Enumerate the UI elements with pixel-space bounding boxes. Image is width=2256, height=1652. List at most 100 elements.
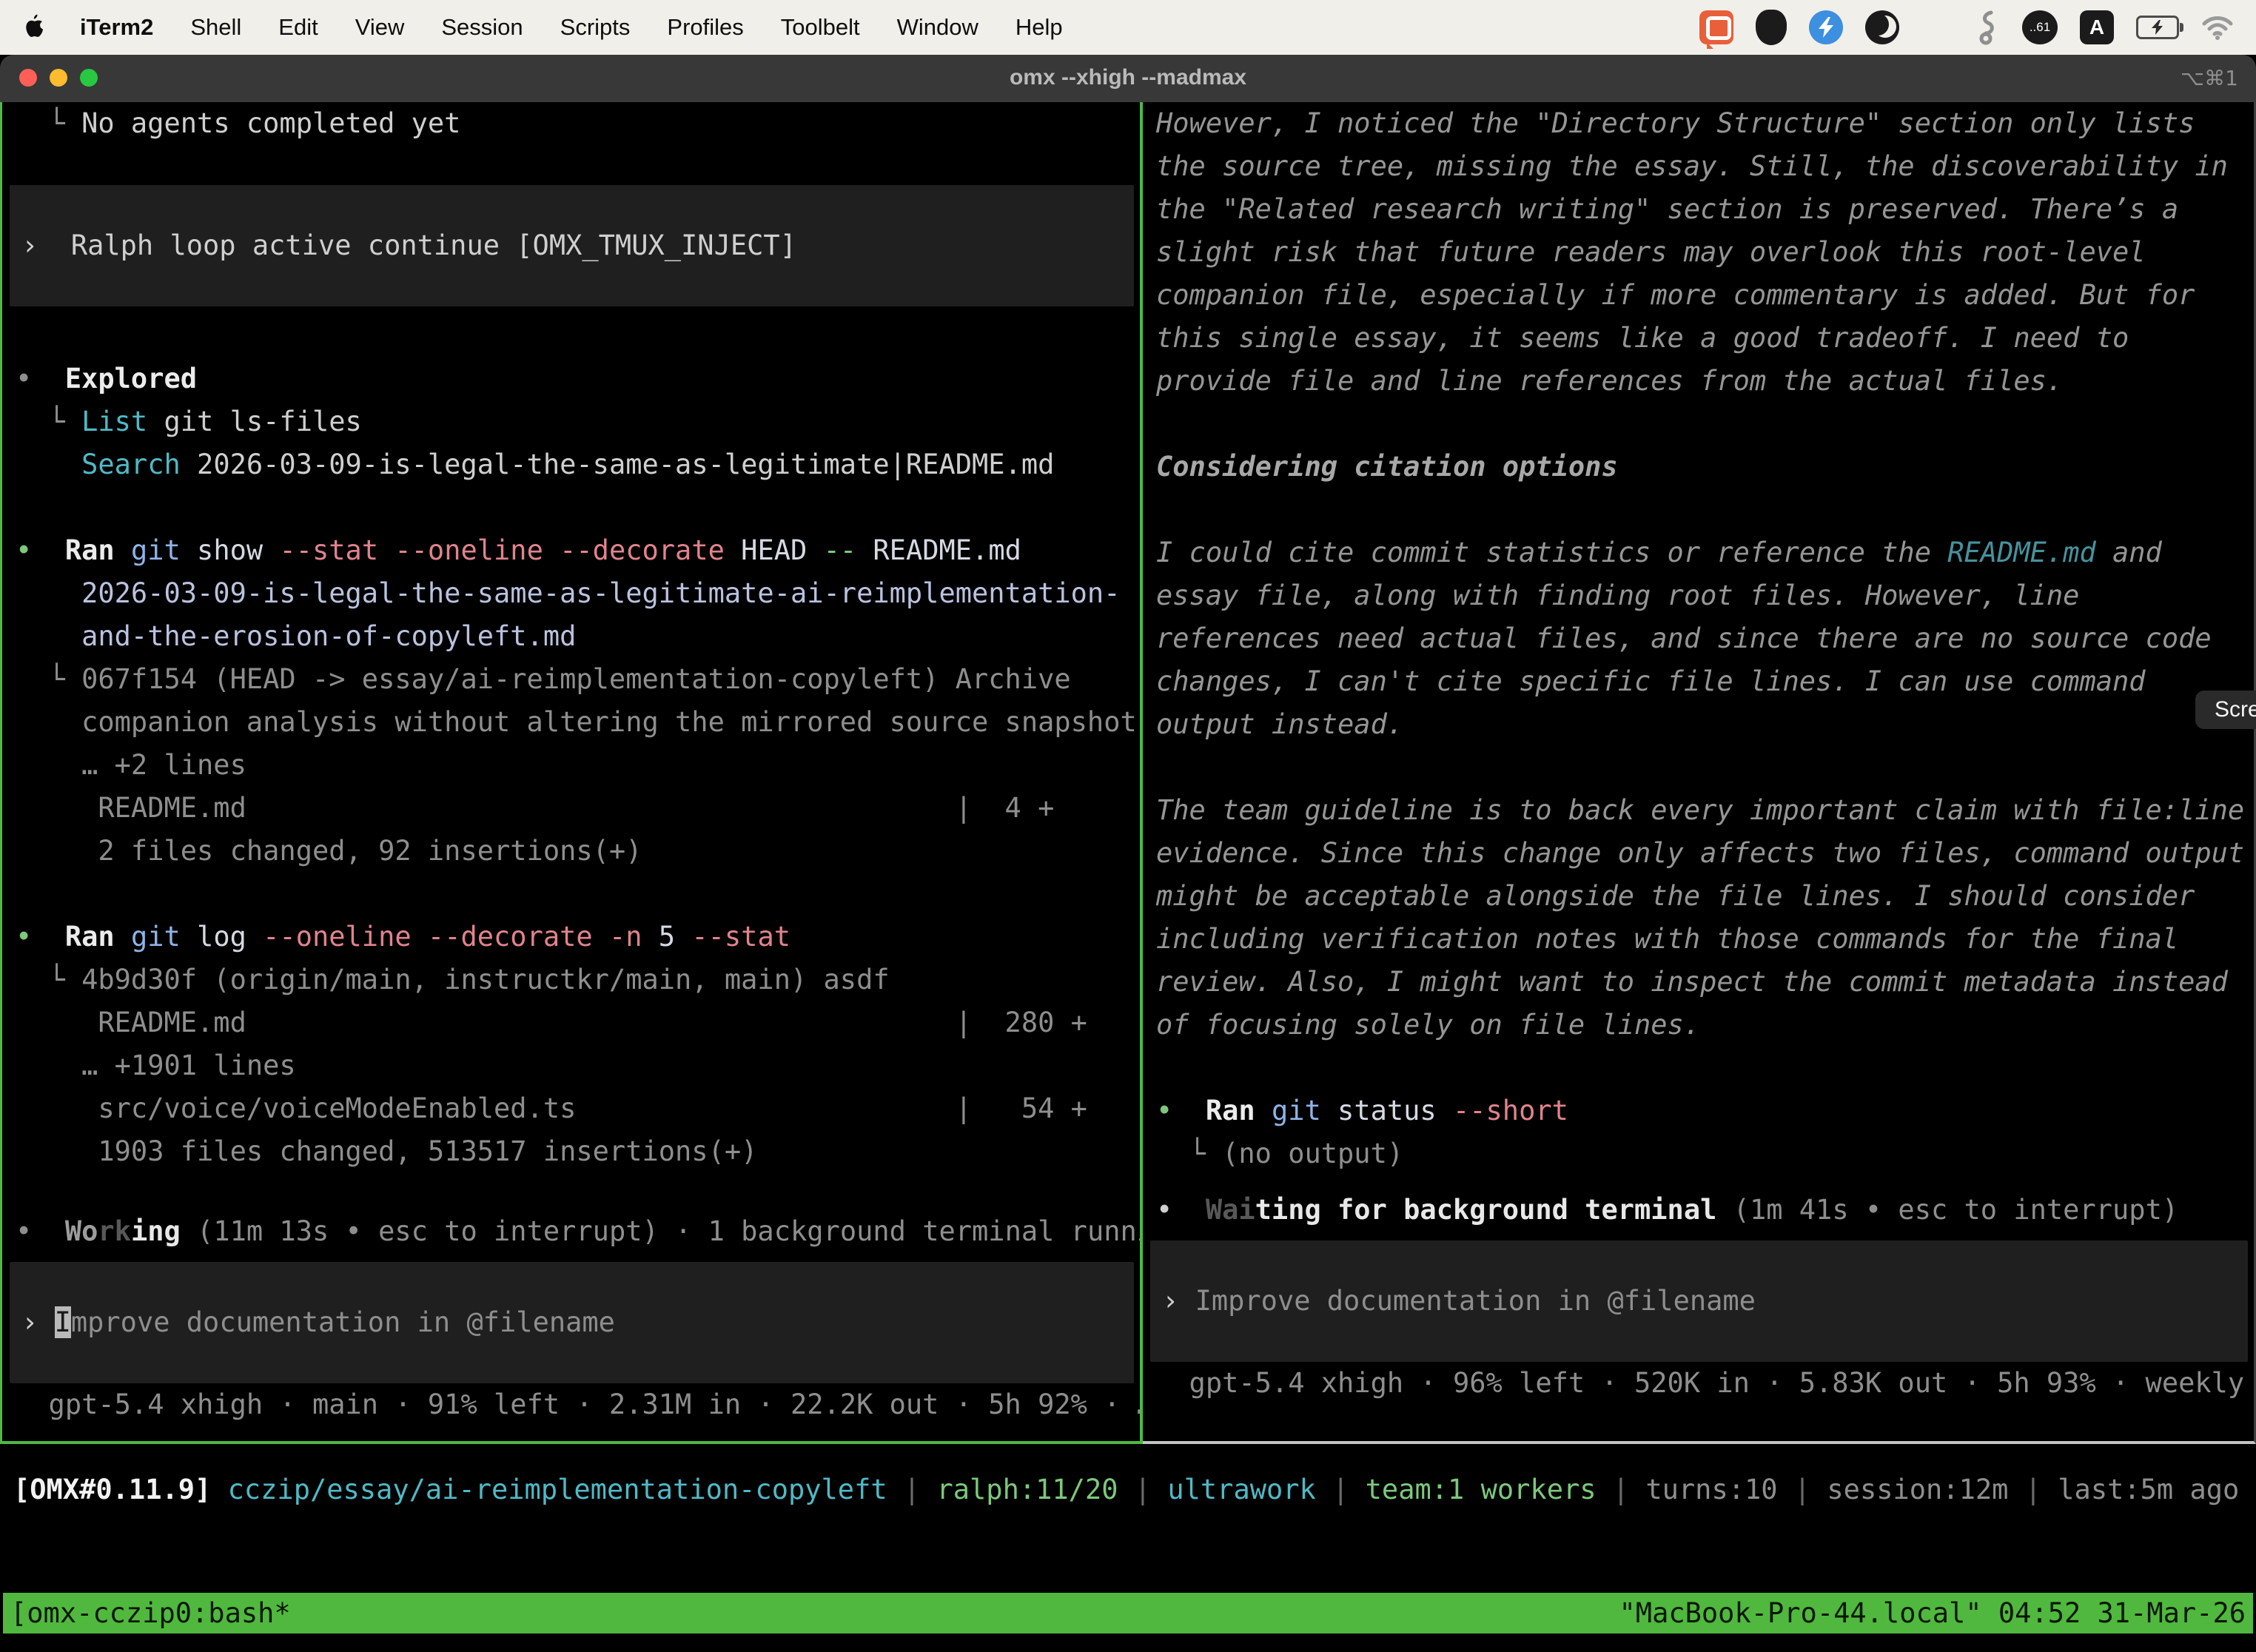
text-segment: companion file, especially if more comme… — [1156, 279, 2195, 311]
squiggle-icon[interactable] — [1975, 10, 2000, 45]
text-segment: README.md — [873, 534, 1021, 566]
terminal-line: • Explored — [16, 357, 1140, 400]
text-segment: status — [1337, 1095, 1453, 1126]
text-segment: README.md | 4 + — [16, 792, 1054, 824]
text-segment: --stat — [691, 921, 790, 953]
zoom-button[interactable] — [80, 69, 98, 87]
stat-61-icon[interactable]: ..61 — [2022, 10, 2058, 44]
tmux-status-bar: [omx-cczip0:bash* "MacBook-Pro-44.local"… — [3, 1593, 2253, 1633]
terminal-line: └ (no output) — [1156, 1132, 2254, 1175]
spacer — [16, 145, 1140, 185]
text-segment: • — [16, 921, 65, 953]
blue-bolt-icon[interactable] — [1809, 10, 1843, 44]
terminal-line: • Ran git status --short — [1156, 1089, 2254, 1132]
text-segment: (11m 13s • esc to interrupt) · 1 backgro… — [181, 1215, 1140, 1247]
text-segment: The team guideline is to back every impo… — [1156, 794, 2244, 826]
menu-item-iterm2[interactable]: iTerm2 — [80, 14, 153, 41]
wifi-icon[interactable] — [2201, 15, 2234, 40]
text-segment: --short — [1453, 1095, 1568, 1126]
text-segment: › — [1162, 1285, 1195, 1317]
text-segment: Wai — [1206, 1194, 1255, 1226]
text-segment: Explored — [65, 363, 197, 394]
dots-grid-icon[interactable] — [1921, 12, 1953, 43]
status-segment: [OMX#0.11.9] — [13, 1474, 228, 1505]
menu-item-window[interactable]: Window — [897, 14, 978, 41]
text-segment: the source tree, missing the essay. Stil… — [1156, 150, 2228, 182]
text-segment: slight risk that future readers may over… — [1156, 236, 2146, 268]
terminal-line: └ No agents completed yet — [16, 102, 1140, 145]
menu-item-scripts[interactable]: Scripts — [560, 14, 631, 41]
text-segment: ting for background terminal — [1255, 1194, 1717, 1226]
text-segment: └ — [16, 107, 81, 139]
text-segment: log — [197, 921, 263, 953]
text-segment: › — [21, 1306, 55, 1338]
menu-items: iTerm2 Shell Edit View Session Scripts Profile… — [80, 14, 1063, 41]
right-terminal-pane[interactable]: However, I noticed the "Directory Struct… — [1143, 102, 2256, 1444]
terminal-line: • Working (11m 13s • esc to interrupt) ·… — [16, 1210, 1140, 1253]
prompt-input[interactable]: › Improve documentation in @filename — [1150, 1240, 2248, 1362]
spacer — [16, 1173, 1140, 1210]
terminal-line: evidence. Since this change only affects… — [1156, 832, 2254, 875]
orange-chat-icon[interactable] — [1699, 10, 1733, 44]
terminal-line: › Ralph loop active continue [OMX_TMUX_I… — [21, 224, 796, 267]
left-terminal-pane[interactable]: └ No agents completed yet › Ralph loop ac… — [0, 102, 1140, 1444]
prompt-input[interactable]: › Improve documentation in @filename — [10, 1262, 1134, 1383]
terminal-line: companion analysis without altering the … — [16, 701, 1140, 744]
text-segment: this single essay, it seems like a good … — [1156, 322, 2129, 354]
terminal-line: and-the-erosion-of-copyleft.md — [16, 615, 1140, 658]
text-segment: Improve documentation in @filename — [1195, 1285, 1756, 1317]
text-segment: changes, I can't cite specific file line… — [1156, 665, 2146, 697]
menu-item-edit[interactable]: Edit — [278, 14, 318, 41]
minimize-button[interactable] — [50, 69, 67, 87]
text-segment: Ran — [65, 921, 131, 953]
text-segment: No agents completed yet — [81, 107, 460, 139]
terminal-line: └ 067f154 (HEAD -> essay/ai-reimplementa… — [16, 658, 1140, 701]
terminal-line: 2 files changed, 92 insertions(+) — [16, 830, 1140, 873]
status-segment: turns:10 — [1645, 1474, 1777, 1505]
menu-item-toolbelt[interactable]: Toolbelt — [781, 14, 860, 41]
omx-status-line: [OMX#0.11.9] cczip/essay/ai-reimplementa… — [13, 1468, 2239, 1511]
terminal-line: gpt-5.4 xhigh · main · 91% left · 2.31M … — [16, 1383, 1140, 1426]
menu-item-shell[interactable]: Shell — [190, 14, 241, 41]
menu-item-help[interactable]: Help — [1015, 14, 1063, 41]
text-segment: mprove documentation in @filename — [71, 1306, 615, 1338]
menu-item-profiles[interactable]: Profiles — [667, 14, 743, 41]
status-segment: | — [1597, 1474, 1646, 1505]
block-cursor: I — [55, 1306, 71, 1338]
text-segment: … +1901 lines — [16, 1050, 296, 1081]
terminal-line: README.md | 4 + — [16, 787, 1140, 830]
terminal-line: essay file, along with finding root file… — [1156, 574, 2254, 617]
text-segment: However, I noticed the "Directory Struct… — [1156, 107, 2195, 139]
text-segment: essay file, along with finding root file… — [1156, 580, 2079, 611]
traffic-lights — [19, 69, 98, 87]
crescent-moon-icon[interactable] — [1865, 10, 1899, 44]
text-segment: • — [16, 534, 65, 566]
keypad-shield-icon[interactable] — [1756, 10, 1787, 45]
apple-menu-icon[interactable] — [22, 13, 47, 42]
status-segment: | — [887, 1474, 937, 1505]
text-segment: README.md | 280 + — [16, 1007, 1087, 1038]
text-segment: 2 files changed, 92 insertions(+) — [16, 835, 642, 867]
terminal-line: • Ran git show --stat --oneline --decora… — [16, 529, 1140, 572]
letter-a-icon[interactable]: A — [2080, 10, 2114, 44]
status-segment: | — [2008, 1474, 2058, 1505]
terminal-line: Considering citation options — [1156, 446, 2254, 488]
terminal-line: gpt-5.4 xhigh · 96% left · 520K in · 5.8… — [1156, 1362, 2254, 1405]
text-segment: and — [2096, 537, 2162, 568]
close-button[interactable] — [19, 69, 37, 87]
spacer — [1156, 488, 2254, 531]
text-segment: └ (no output) — [1156, 1138, 1403, 1169]
battery-icon[interactable] — [2136, 16, 2179, 39]
text-segment: Ran — [1206, 1095, 1272, 1126]
menu-item-view[interactable]: View — [355, 14, 405, 41]
status-segment: ralph:11/20 — [936, 1474, 1118, 1505]
text-segment: • — [16, 363, 65, 394]
spacer — [1156, 746, 2254, 789]
terminal-line: this single essay, it seems like a good … — [1156, 317, 2254, 360]
terminal-line: › Improve documentation in @filename — [1162, 1280, 1756, 1323]
text-segment: --stat --oneline --decorate — [279, 534, 741, 566]
text-segment: git — [1272, 1095, 1337, 1126]
menu-item-session[interactable]: Session — [441, 14, 523, 41]
spacer — [16, 873, 1140, 916]
terminal-line: companion file, especially if more comme… — [1156, 274, 2254, 317]
